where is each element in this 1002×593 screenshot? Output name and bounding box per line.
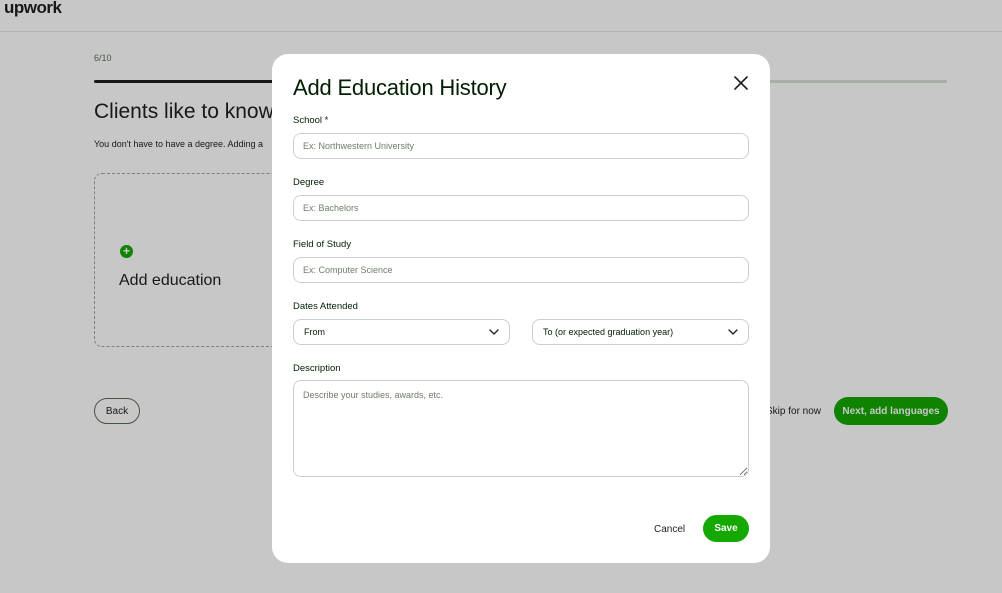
add-education-modal: Add Education History School * Degree Fi… <box>272 54 770 563</box>
to-year-value: To (or expected graduation year) <box>543 327 674 337</box>
description-label: Description <box>293 363 341 374</box>
save-button[interactable]: Save <box>703 515 749 542</box>
to-year-select[interactable]: To (or expected graduation year) <box>532 319 749 345</box>
chevron-down-icon <box>728 329 738 335</box>
close-button[interactable] <box>731 73 751 93</box>
school-input[interactable] <box>293 133 749 159</box>
from-year-value: From <box>304 327 325 337</box>
field-of-study-input[interactable] <box>293 257 749 283</box>
description-textarea[interactable] <box>293 380 749 477</box>
cancel-button[interactable]: Cancel <box>654 516 685 542</box>
chevron-down-icon <box>489 329 499 335</box>
school-label: School * <box>293 115 329 126</box>
from-year-select[interactable]: From <box>293 319 510 345</box>
degree-label: Degree <box>293 177 325 188</box>
modal-title: Add Education History <box>293 75 507 100</box>
page: upwork 6/10 Clients like to know You don… <box>0 0 1002 593</box>
dates-attended-label: Dates Attended <box>293 301 358 312</box>
degree-input[interactable] <box>293 195 749 221</box>
close-icon <box>734 76 748 90</box>
field-of-study-label: Field of Study <box>293 239 352 250</box>
